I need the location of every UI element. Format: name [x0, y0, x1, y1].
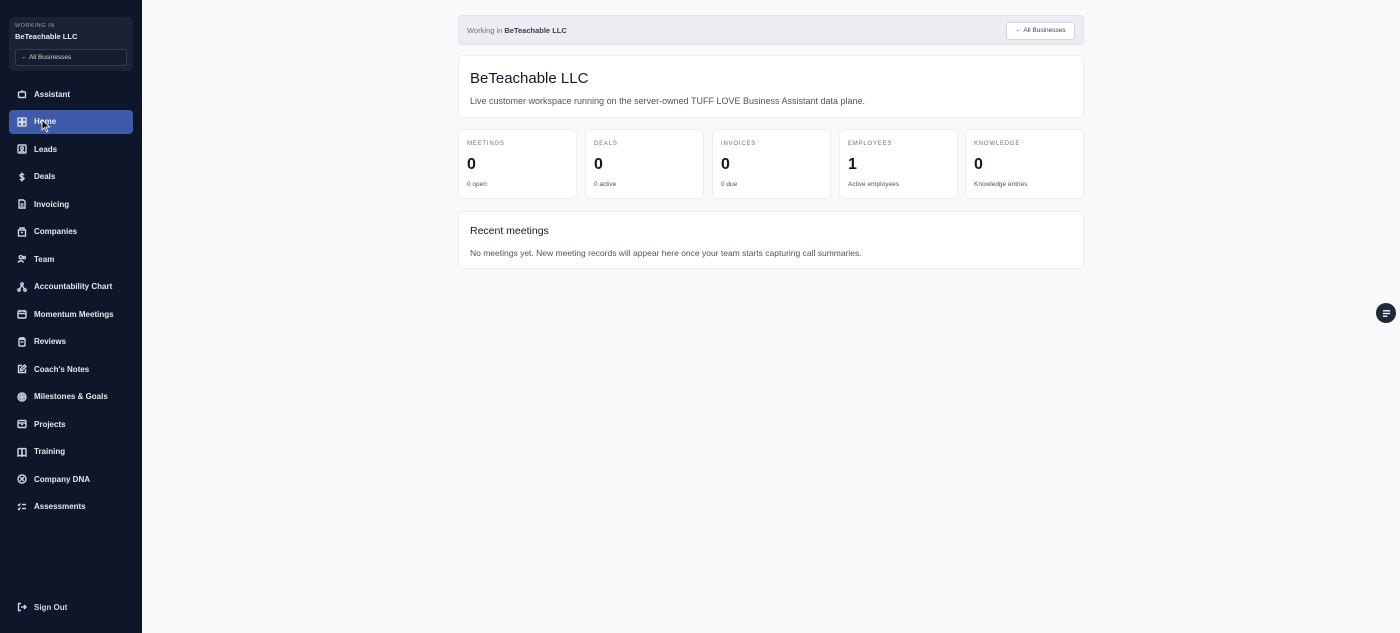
sidebar-item-momentum-meetings[interactable]: Momentum Meetings [9, 302, 133, 326]
recent-meetings-empty-text: No meetings yet. New meeting records wil… [470, 248, 862, 258]
stat-label: EMPLOYEES [848, 141, 893, 147]
sidebar-item-invoicing[interactable]: Invoicing [9, 192, 133, 216]
page-title: BeTeachable LLC [470, 70, 589, 87]
stat-subtext: Knowledge entries [974, 181, 1028, 188]
sidebar: WORKING IN BeTeachable LLC ← All Busines… [0, 0, 142, 633]
dollar-icon [17, 172, 27, 182]
sidebar-item-deals[interactable]: Deals [9, 165, 133, 189]
sidebar-item-label: Assessments [34, 502, 86, 511]
sidebar-item-team[interactable]: Team [9, 247, 133, 271]
sidebar-item-assistant[interactable]: Assistant [9, 82, 133, 106]
sidebar-item-label: Deals [34, 172, 56, 181]
stat-value: 0 [721, 156, 730, 173]
clipboard-icon [17, 336, 27, 347]
workspace-label: WORKING IN [15, 23, 55, 29]
banner-prefix: Working in [467, 26, 503, 35]
sidebar-item-label: Companies [34, 227, 78, 236]
calendar-icon [17, 309, 27, 319]
edit-icon [17, 364, 27, 374]
book-icon [17, 447, 27, 457]
file-icon [17, 199, 27, 209]
stat-value: 0 [974, 156, 983, 173]
stat-card-employees[interactable]: EMPLOYEES 1 Active employees [839, 129, 958, 199]
all-businesses-button[interactable]: ← All Businesses [15, 49, 127, 66]
stat-subtext: 0 active [594, 181, 617, 188]
assistant-toggle-button[interactable] [1376, 303, 1396, 323]
list-icon [1382, 309, 1390, 317]
page-subtitle: Live customer workspace running on the s… [470, 96, 866, 106]
stat-card-knowledge[interactable]: KNOWLEDGE 0 Knowledge entries [965, 129, 1084, 199]
sidebar-item-home[interactable]: Home [9, 109, 133, 134]
folder-icon [17, 419, 27, 429]
sidebar-item-milestones-goals[interactable]: Milestones & Goals [9, 385, 133, 409]
recent-meetings-title: Recent meetings [470, 225, 549, 237]
sidebar-item-projects[interactable]: Projects [9, 412, 133, 436]
workspace-name: BeTeachable LLC [15, 32, 78, 41]
sidebar-item-leads[interactable]: Leads [9, 137, 133, 161]
grid-icon [17, 116, 27, 127]
mouse-cursor-icon [41, 119, 51, 133]
sign-out-button[interactable]: Sign Out [17, 602, 67, 612]
sidebar-item-assessments[interactable]: Assessments [9, 495, 133, 519]
sign-out-label: Sign Out [34, 602, 68, 612]
contact-icon [17, 144, 27, 154]
sidebar-item-reviews[interactable]: Reviews [9, 330, 133, 354]
stat-label: DEALS [594, 141, 618, 147]
banner-text: Working in BeTeachable LLC [467, 26, 567, 35]
users-icon [17, 254, 27, 264]
workspace-card: WORKING IN BeTeachable LLC ← All Busines… [9, 17, 133, 71]
stat-subtext: Active employees [848, 181, 899, 188]
stat-value: 0 [594, 156, 603, 173]
sidebar-item-company-dna[interactable]: Company DNA [9, 467, 133, 491]
workspace-banner: Working in BeTeachable LLC ← All Busines… [458, 15, 1084, 45]
all-businesses-banner-button[interactable]: ← All Businesses [1006, 22, 1075, 40]
sidebar-item-label: Training [34, 447, 66, 456]
stat-value: 0 [467, 156, 476, 173]
sidebar-item-label: Milestones & Goals [34, 392, 108, 401]
building-icon [17, 226, 27, 237]
stat-card-invoices[interactable]: INVOICES 0 0 due [712, 129, 831, 199]
sidebar-item-label: Leads [34, 144, 58, 154]
stat-label: KNOWLEDGE [974, 141, 1021, 147]
list-check-icon [17, 502, 27, 512]
stat-card-deals[interactable]: DEALS 0 0 active [585, 129, 704, 199]
target-icon [17, 391, 27, 402]
sidebar-item-label: Invoicing [34, 199, 70, 209]
sidebar-item-accountability-chart[interactable]: Accountability Chart [9, 275, 133, 299]
business-header-card: BeTeachable LLC Live customer workspace … [458, 55, 1084, 118]
sidebar-item-label: Reviews [34, 337, 67, 346]
stat-subtext: 0 open [467, 181, 487, 188]
dna-icon [17, 474, 27, 484]
logout-icon [17, 602, 27, 612]
bot-icon [17, 89, 27, 99]
stat-label: MEETINGS [467, 141, 505, 147]
stat-card-meetings[interactable]: MEETINGS 0 0 open [458, 129, 577, 199]
sidebar-item-label: Coach's Notes [34, 364, 90, 374]
banner-business-name: BeTeachable LLC [504, 26, 567, 35]
network-icon [17, 281, 27, 292]
sidebar-item-label: Team [34, 254, 55, 264]
sidebar-item-coaches-notes[interactable]: Coach's Notes [9, 357, 133, 381]
stat-label: INVOICES [721, 141, 757, 147]
sidebar-item-label: Momentum Meetings [34, 309, 114, 319]
sidebar-item-label: Assistant [34, 89, 71, 99]
stat-subtext: 0 due [721, 181, 738, 188]
sidebar-item-label: Accountability Chart [34, 282, 113, 291]
sidebar-nav: Assistant Home Leads Deals Invoicing Com… [9, 82, 133, 522]
sidebar-item-training[interactable]: Training [9, 440, 133, 464]
sidebar-item-label: Projects [34, 419, 66, 429]
sidebar-item-companies[interactable]: Companies [9, 220, 133, 244]
stat-value: 1 [848, 156, 857, 173]
sidebar-item-label: Company DNA [34, 474, 91, 484]
recent-meetings-card: Recent meetings No meetings yet. New mee… [458, 211, 1084, 269]
